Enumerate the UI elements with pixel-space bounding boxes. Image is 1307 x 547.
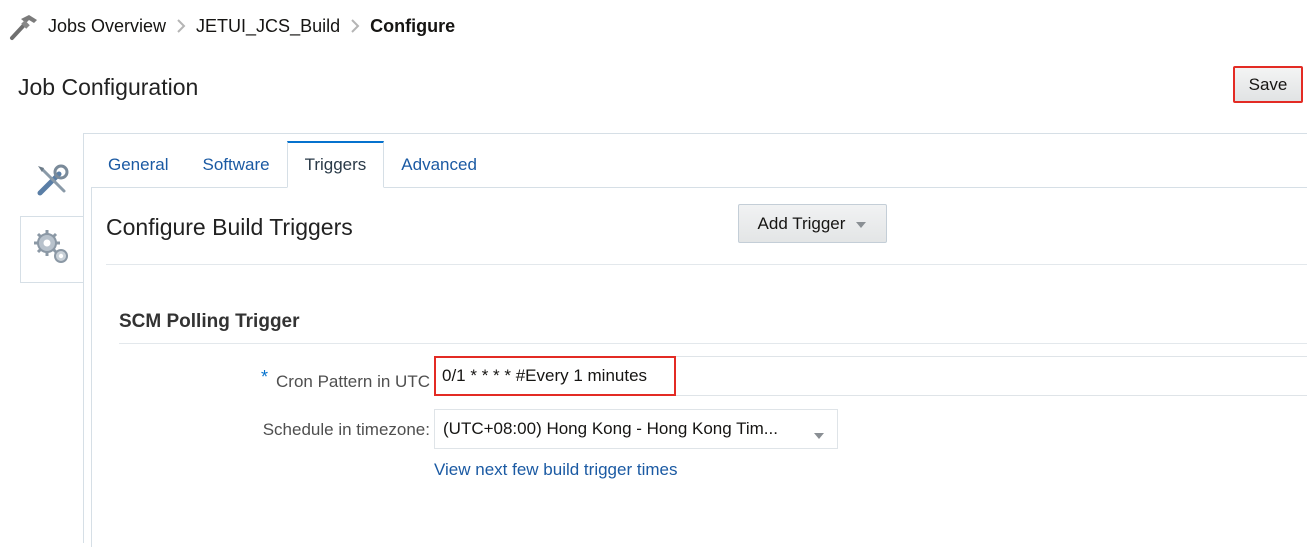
save-button[interactable]: Save (1233, 66, 1303, 103)
breadcrumb-jobs-overview[interactable]: Jobs Overview (48, 16, 166, 37)
side-tab-settings[interactable] (20, 216, 83, 283)
triggers-content: Configure Build Triggers Add Trigger SCM… (91, 187, 1307, 547)
breadcrumb-job-name[interactable]: JETUI_JCS_Build (196, 16, 340, 37)
tab-general[interactable]: General (91, 141, 185, 188)
page-title: Job Configuration (18, 74, 199, 100)
main-panel: General Software Triggers Advanced Confi… (83, 133, 1307, 547)
side-tabs (20, 150, 83, 283)
cron-pattern-value[interactable]: 0/1 * * * * #Every 1 minutes (434, 356, 676, 396)
caret-down-icon (855, 214, 867, 234)
required-indicator: * (260, 367, 268, 387)
tab-bar: General Software Triggers Advanced (91, 141, 494, 188)
tab-triggers[interactable]: Triggers (286, 141, 385, 188)
hammer-icon[interactable] (8, 11, 42, 41)
chevron-right-icon (166, 16, 196, 36)
breadcrumb-current: Configure (370, 15, 456, 36)
tab-software[interactable]: Software (185, 141, 286, 188)
gears-icon (31, 227, 73, 272)
timezone-value: (UTC+08:00) Hong Kong - Hong Kong Tim... (443, 419, 778, 438)
cron-pattern-input[interactable]: 0/1 * * * * #Every 1 minutes (434, 356, 1307, 396)
add-trigger-label: Add Trigger (757, 213, 846, 233)
side-tab-tools[interactable] (20, 150, 83, 216)
section-title: Configure Build Triggers (106, 214, 353, 240)
cron-label: * Cron Pattern in UTC (242, 367, 430, 392)
chevron-right-icon (340, 16, 370, 36)
divider (106, 264, 1307, 265)
wrench-screwdriver-icon (32, 161, 72, 206)
add-trigger-button[interactable]: Add Trigger (738, 204, 887, 243)
tab-advanced[interactable]: Advanced (384, 141, 494, 188)
cron-label-text: Cron Pattern in UTC (276, 372, 430, 391)
timezone-select[interactable]: (UTC+08:00) Hong Kong - Hong Kong Tim... (434, 409, 838, 449)
divider (119, 343, 1307, 344)
timezone-label: Schedule in timezone: (262, 420, 430, 439)
caret-down-icon (813, 425, 825, 445)
breadcrumb: Jobs Overview JETUI_JCS_Build Configure (8, 10, 455, 42)
view-next-trigger-times-link[interactable]: View next few build trigger times (434, 460, 677, 480)
scm-polling-title: SCM Polling Trigger (119, 311, 300, 332)
